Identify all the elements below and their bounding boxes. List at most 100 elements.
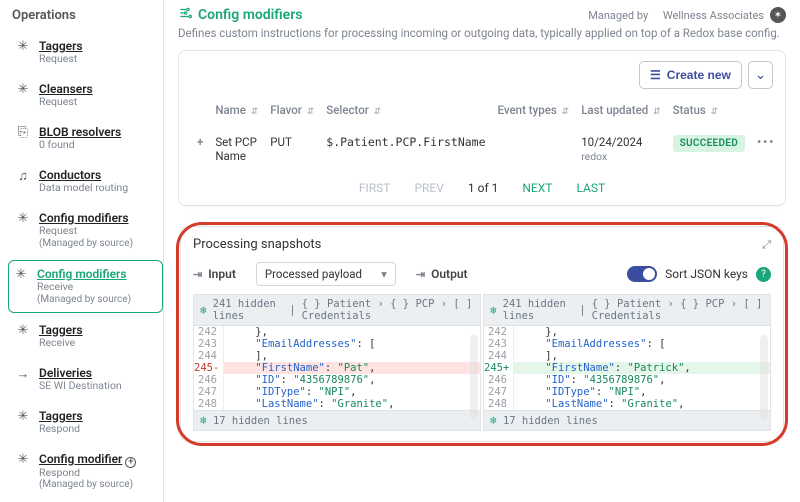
status-badge: SUCCEEDED [673,135,745,152]
sort-json-label: Sort JSON keys [665,267,748,281]
sidebar-item-sub: Receive [39,337,83,350]
sidebar-item-icon: → [15,366,31,393]
scrollbar[interactable] [760,335,768,420]
pager-first[interactable]: FIRST [359,181,391,195]
snowflake-icon: ❄ [200,304,207,317]
menu-icon: ☰ [650,68,661,82]
sidebar-item-config-modifiers[interactable]: ✳ Config modifiers Request (Managed by s… [8,205,163,256]
output-label: ⇥Output [416,267,468,281]
sort-icon: ⇵ [251,107,259,117]
diff-input-pane: ❄ 241 hidden lines | { } Patient › { } P… [193,294,481,431]
pager-prev[interactable]: PREV [414,181,443,195]
scrollbar[interactable] [470,335,478,420]
page-title: Config modifiers [178,6,302,24]
sidebar-item-sub: Respond [39,423,83,436]
snapshots-card: Processing snapshots ⤢ ⇥Input Processed … [180,226,784,442]
cell-status: SUCCEEDED [667,125,751,173]
col-selector[interactable]: Selector ⇵ [320,99,491,125]
sidebar-item-icon: ✳ [15,39,31,66]
sidebar-item-label: Taggers [39,409,83,423]
sidebar-item-taggers[interactable]: ✳ Taggers Respond [8,403,163,442]
arrow-right-icon: ⇥ [416,268,425,281]
sidebar-item-label: Config modifiers [37,267,131,281]
pager-next[interactable]: NEXT [522,181,552,195]
expand-row-button[interactable]: + [191,125,209,173]
col-last-updated[interactable]: Last updated ⇵ [575,99,666,125]
cell-flavor: PUT [264,125,320,173]
code-line: 246 "ID": "4356789876", [484,374,770,386]
sort-json-toggle[interactable] [627,266,657,282]
sidebar-item-icon: ✳ [15,82,31,109]
sidebar-item-deliveries[interactable]: → Deliveries SE WI Destination [8,360,163,399]
pager: FIRST PREV 1 of 1 NEXT LAST [191,173,773,197]
input-label: ⇥Input [193,267,236,281]
sidebar-item-sub: SE WI Destination [39,380,122,393]
sidebar-item-label: Config modifiers [39,211,133,225]
sidebar-item-cleansers[interactable]: ✳ Cleansers Request [8,76,163,115]
code-line: 245- "FirstName": "Pat", [194,362,480,374]
cell-event-types [492,125,576,173]
code-line: 246 "ID": "4356789876", [194,374,480,386]
sidebar-item-conductors[interactable]: ♫ Conductors Data model routing [8,162,163,201]
sidebar-item-blob-resolvers[interactable]: ⎘ BLOB resolvers 0 found [8,119,163,158]
sidebar-item-config-modifier[interactable]: ✳ Config modifier+ Respond (Managed by s… [8,446,163,498]
sidebar-item-sub: Receive [37,281,131,294]
create-new-button[interactable]: ☰ Create new [639,61,742,89]
sidebar-item-config-modifiers[interactable]: ✳ Config modifiers Receive (Managed by s… [8,260,163,313]
diff-viewer: ❄ 241 hidden lines | { } Patient › { } P… [193,294,771,431]
create-new-menu-button[interactable]: ⌄ [748,61,773,89]
sidebar-item-label: BLOB resolvers [39,125,121,139]
code-line: 247 "IDType": "NPI", [194,386,480,398]
cell-selector: $.Patient.PCP.FirstName [320,125,491,173]
code-line: 244 ], [194,350,480,362]
sidebar-item-icon: ⎘ [15,125,31,152]
sidebar-item-sub: Request [39,53,83,66]
col-flavor[interactable]: Flavor ⇵ [264,99,320,125]
snowflake-icon: ❄ [490,304,497,317]
sidebar-item-icon: ♫ [15,168,31,195]
cell-updated: 10/24/2024redox [575,125,666,173]
sidebar-item-icon: ✳ [15,409,31,436]
pager-last[interactable]: LAST [576,181,605,195]
sidebar-item-sub2: (Managed by source) [39,479,136,491]
sidebar-item-icon: ✳ [13,267,29,306]
code-line: 242 }, [194,326,480,338]
code-line: 244 ], [484,350,770,362]
diff-output-pane: ❄ 241 hidden lines | { } Patient › { } P… [483,294,771,431]
sidebar-item-label: Deliveries [39,366,122,380]
sidebar-item-taggers[interactable]: ✳ Taggers Request [8,33,163,72]
sidebar-item-icon: ✳ [15,211,31,250]
sidebar-item-sub2: (Managed by source) [39,238,133,250]
config-list-card: ☰ Create new ⌄ Name ⇵ Flavor ⇵ Selector … [178,50,786,206]
code-line: 248 "LastName": "Granite", [484,398,770,410]
code-line: 243 "EmailAddresses": [ [194,338,480,350]
page-description: Defines custom instructions for processi… [164,24,800,50]
col-name[interactable]: Name ⇵ [209,99,264,125]
sliders-icon [178,6,192,24]
sidebar-item-sub: Request [39,225,133,238]
sidebar-item-label: Config modifier+ [39,452,136,467]
main: Config modifiers Managed by Wellness Ass… [164,0,800,502]
org-avatar-icon: ✶ [770,7,786,23]
code-line: 245+ "FirstName": "Patrick", [484,362,770,374]
managed-by: Managed by Wellness Associates ✶ [588,7,786,23]
table-row[interactable]: + Set PCP Name PUT $.Patient.PCP.FirstNa… [191,125,781,173]
help-icon[interactable]: ? [756,267,771,282]
sidebar: Operations ✳ Taggers Request ✳ Cleansers… [0,0,164,502]
sidebar-title: Operations [8,8,163,33]
row-actions-button[interactable]: ••• [751,125,781,173]
config-table: Name ⇵ Flavor ⇵ Selector ⇵ Event types ⇵… [191,99,781,173]
sidebar-item-label: Cleansers [39,82,93,96]
sidebar-item-taggers[interactable]: ✳ Taggers Receive [8,317,163,356]
col-event-types[interactable]: Event types ⇵ [492,99,576,125]
payload-select[interactable]: Processed payload [256,262,396,286]
code-line: 247 "IDType": "NPI", [484,386,770,398]
code-line: 248 "LastName": "Granite", [194,398,480,410]
col-status[interactable]: Status ⇵ [667,99,751,125]
arrow-right-icon: ⇥ [193,268,202,281]
code-line: 242 }, [484,326,770,338]
sidebar-item-sub2: (Managed by source) [37,294,131,306]
expand-icon[interactable]: ⤢ [762,238,771,252]
sidebar-item-sub: Request [39,96,93,109]
sidebar-item-icon: ✳ [15,323,31,350]
